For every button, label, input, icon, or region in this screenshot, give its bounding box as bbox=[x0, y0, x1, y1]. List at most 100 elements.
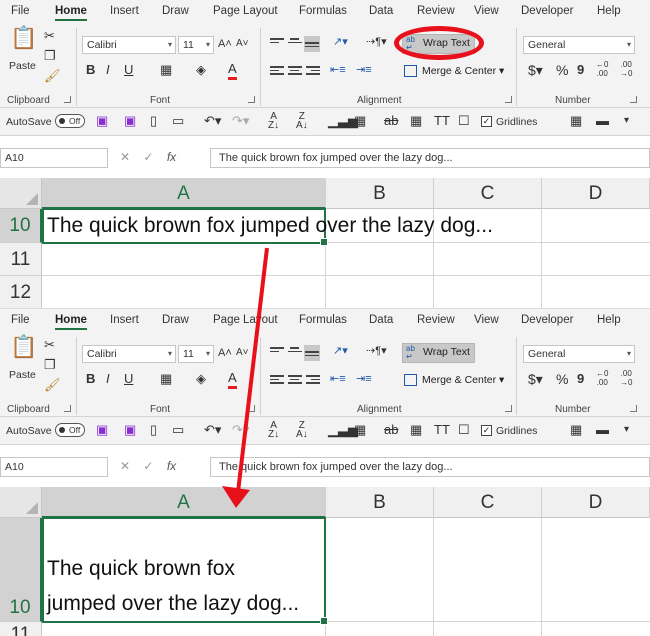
increase-indent-icon[interactable]: ⇥≡ bbox=[356, 371, 372, 387]
align-right-icon[interactable] bbox=[306, 375, 320, 387]
function-icon[interactable]: fx bbox=[167, 150, 176, 164]
decrease-font-icon[interactable]: A˅ bbox=[236, 36, 249, 52]
italic-icon[interactable]: I bbox=[106, 62, 110, 78]
text-direction-icon[interactable]: ⇢¶▾ bbox=[366, 343, 387, 359]
underline-icon[interactable]: U bbox=[124, 371, 133, 387]
column-header-c[interactable]: C bbox=[434, 178, 542, 209]
sort-descending-icon[interactable]: Z A↓ bbox=[296, 421, 308, 440]
tab-formulas[interactable]: Formulas bbox=[299, 5, 347, 17]
tab-view[interactable]: View bbox=[474, 314, 499, 326]
align-middle-icon[interactable] bbox=[288, 38, 302, 50]
comma-style-icon[interactable]: 9 bbox=[577, 371, 584, 387]
format-painter-icon[interactable]: 🖌 bbox=[44, 377, 61, 393]
sort-ascending-icon[interactable]: A Z↓ bbox=[268, 112, 279, 131]
alignment-launcher-icon[interactable] bbox=[505, 96, 512, 103]
decrease-font-icon[interactable]: A˅ bbox=[236, 345, 249, 361]
tab-review[interactable]: Review bbox=[417, 5, 455, 17]
align-left-icon[interactable] bbox=[270, 66, 284, 78]
currency-icon[interactable]: $▾ bbox=[528, 62, 543, 78]
font-color-icon[interactable]: A bbox=[228, 370, 237, 389]
strikethrough-icon[interactable]: ab bbox=[384, 113, 398, 129]
save-icon[interactable]: ▣ bbox=[96, 422, 108, 438]
decrease-decimal-icon[interactable]: .00 →0 bbox=[620, 60, 632, 78]
new-file-icon[interactable]: ▯ bbox=[150, 422, 157, 438]
select-all-corner[interactable] bbox=[0, 487, 42, 518]
row-header-10[interactable]: 10 bbox=[0, 209, 42, 243]
align-left-icon[interactable] bbox=[270, 375, 284, 387]
increase-decimal-icon[interactable]: ←0.00 bbox=[596, 369, 608, 387]
formula-input[interactable]: The quick brown fox jumped over the lazy… bbox=[210, 148, 650, 168]
decrease-indent-icon[interactable]: ⇤≡ bbox=[330, 371, 346, 387]
undo-icon[interactable]: ↶▾ bbox=[204, 113, 221, 129]
borders-qat-icon[interactable]: ▦ bbox=[410, 113, 422, 129]
merge-center-button[interactable]: Merge & Center ▾ bbox=[404, 371, 504, 391]
cut-icon[interactable]: ✂ bbox=[44, 28, 55, 44]
tab-page-layout[interactable]: Page Layout bbox=[213, 5, 278, 17]
tab-view[interactable]: View bbox=[474, 5, 499, 17]
italic-icon[interactable]: I bbox=[106, 371, 110, 387]
tab-help[interactable]: Help bbox=[597, 5, 621, 17]
tab-insert[interactable]: Insert bbox=[110, 314, 139, 326]
align-top-icon[interactable] bbox=[270, 38, 284, 50]
copy-icon[interactable]: ❐ bbox=[44, 357, 56, 373]
text-box-icon[interactable]: ☐ bbox=[458, 113, 470, 129]
borders-qat-icon[interactable]: ▦ bbox=[410, 422, 422, 438]
orientation-icon[interactable]: ↗▾ bbox=[333, 343, 348, 359]
font-name-select[interactable]: Calibri ▾ bbox=[82, 345, 176, 363]
wrap-text-button[interactable]: ab ↵ Wrap Text bbox=[402, 343, 475, 363]
clipboard-launcher-icon[interactable] bbox=[64, 405, 71, 412]
number-format-select[interactable]: General ▾ bbox=[523, 345, 635, 363]
align-middle-icon[interactable] bbox=[288, 347, 302, 359]
tt-icon[interactable]: TT bbox=[434, 422, 450, 438]
align-bottom-icon[interactable] bbox=[304, 345, 320, 361]
number-format-select[interactable]: General ▾ bbox=[523, 36, 635, 54]
increase-decimal-icon[interactable]: ←0.00 bbox=[596, 60, 608, 78]
fill-color-icon[interactable]: ◈ bbox=[196, 371, 206, 387]
number-launcher-icon[interactable] bbox=[630, 405, 637, 412]
text-direction-icon[interactable]: ⇢¶▾ bbox=[366, 34, 387, 50]
tab-help[interactable]: Help bbox=[597, 314, 621, 326]
font-launcher-icon[interactable] bbox=[248, 96, 255, 103]
column-header-c[interactable]: C bbox=[434, 487, 542, 518]
increase-indent-icon[interactable]: ⇥≡ bbox=[356, 62, 372, 78]
tab-file[interactable]: File bbox=[11, 5, 30, 17]
open-folder-icon[interactable]: ▭ bbox=[172, 422, 184, 438]
function-icon[interactable]: fx bbox=[167, 459, 176, 473]
text-box-icon[interactable]: ☐ bbox=[458, 422, 470, 438]
paste-icon[interactable]: 📋 bbox=[10, 336, 37, 358]
formula-input[interactable]: The quick brown fox jumped over the lazy… bbox=[210, 457, 650, 477]
redo-icon[interactable]: ↷▾ bbox=[232, 113, 249, 129]
paste-button[interactable]: Paste bbox=[9, 367, 36, 383]
cancel-icon[interactable]: ✕ bbox=[120, 459, 130, 473]
font-color-icon[interactable]: A bbox=[228, 61, 237, 80]
tab-developer[interactable]: Developer bbox=[521, 5, 573, 17]
bold-icon[interactable]: B bbox=[86, 62, 95, 78]
tab-file[interactable]: File bbox=[11, 314, 30, 326]
fill-color-icon[interactable]: ◈ bbox=[196, 62, 206, 78]
font-launcher-icon[interactable] bbox=[248, 405, 255, 412]
borders-icon[interactable]: ▦ bbox=[160, 62, 172, 78]
font-size-select[interactable]: 11 ▾ bbox=[178, 36, 214, 54]
enter-icon[interactable]: ✓ bbox=[143, 150, 153, 164]
tab-developer[interactable]: Developer bbox=[521, 314, 573, 326]
font-name-select[interactable]: Calibri ▾ bbox=[82, 36, 176, 54]
number-launcher-icon[interactable] bbox=[630, 96, 637, 103]
align-right-icon[interactable] bbox=[306, 66, 320, 78]
column-header-d[interactable]: D bbox=[542, 178, 650, 209]
name-box[interactable]: A10 bbox=[0, 148, 108, 168]
align-center-icon[interactable] bbox=[288, 375, 302, 387]
bold-icon[interactable]: B bbox=[86, 371, 95, 387]
calculator-icon[interactable]: ▦ bbox=[570, 422, 582, 438]
borders-icon[interactable]: ▦ bbox=[160, 371, 172, 387]
sort-descending-icon[interactable]: Z A↓ bbox=[296, 112, 308, 131]
name-box[interactable]: A10 bbox=[0, 457, 108, 477]
tab-formulas[interactable]: Formulas bbox=[299, 314, 347, 326]
alignment-launcher-icon[interactable] bbox=[505, 405, 512, 412]
column-header-a[interactable]: A bbox=[42, 487, 326, 518]
currency-icon[interactable]: $▾ bbox=[528, 371, 543, 387]
freeze-panes-icon[interactable]: ▬ bbox=[596, 113, 609, 129]
customize-qat-icon[interactable]: ▾ bbox=[624, 422, 629, 438]
tab-draw[interactable]: Draw bbox=[162, 314, 189, 326]
underline-icon[interactable]: U bbox=[124, 62, 133, 78]
row-header-11[interactable]: 11 bbox=[0, 243, 42, 276]
